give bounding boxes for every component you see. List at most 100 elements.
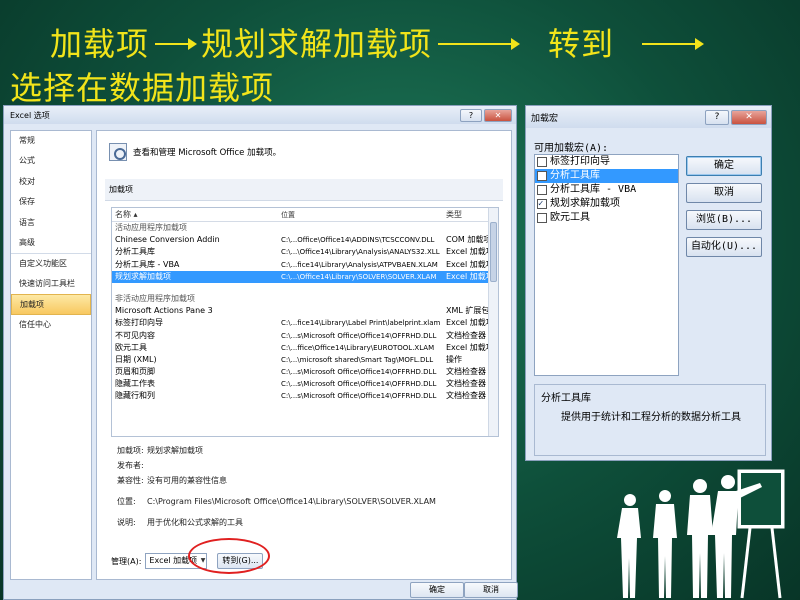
addin-list-label: 欧元工具 (550, 212, 590, 223)
table-row[interactable]: 日期 (XML) C:\...\microsoft shared\Smart Ta… (112, 354, 498, 366)
dialog-titlebar: 加载宏 ? ✕ (526, 106, 771, 128)
dialog-close-button[interactable]: ✕ (731, 109, 767, 125)
addin-list-item[interactable]: 分析工具库 (535, 169, 678, 183)
addin-details: 加载项: 规划求解加载项 发布者: 兼容性: 没有可用的兼容性信息 位置: C:\Pr… (117, 443, 497, 530)
addin-location: C:\...\Office14\Library\SOLVER\SOLVER.XL… (281, 272, 437, 281)
table-header: 名称 ▴ 位置 类型 (112, 208, 498, 222)
nav-trust-center[interactable]: 信任中心 (11, 315, 91, 335)
scroll-thumb[interactable] (490, 222, 497, 282)
addin-list-label: 规划求解加载项 (550, 198, 620, 209)
addin-type: Excel 加载项 (446, 271, 490, 281)
addin-name: Chinese Conversion Addin (115, 235, 220, 245)
ok-button[interactable]: 确定 (410, 582, 464, 598)
addin-checkbox[interactable] (537, 197, 547, 211)
addin-name: 隐藏行和列 (115, 391, 155, 401)
addin-location (278, 305, 444, 317)
cancel-button[interactable]: 取消 (464, 582, 518, 598)
addin-type: 操作 (446, 354, 462, 364)
group-header: 活动应用程序加载项 (112, 222, 498, 234)
automation-button[interactable]: 自动化(U)... (686, 237, 762, 257)
addin-list-label: 标签打印向导 (550, 156, 610, 167)
panel-header-text: 查看和管理 Microsoft Office 加载项。 (133, 148, 282, 158)
help-button[interactable]: ? (460, 108, 482, 122)
addin-list-item[interactable]: 分析工具库 - VBA (535, 183, 678, 197)
addin-name: 分析工具库 (115, 247, 155, 257)
nav-addins[interactable]: 加载项 (11, 294, 91, 315)
col-name[interactable]: 名称 ▴ (112, 208, 278, 221)
addin-name: 规划求解加载项 (115, 271, 171, 281)
table-row[interactable]: 欧元工具 C:\...ffice\Office14\Library\EUROTOO… (112, 342, 498, 354)
section-label: 加载项 (105, 179, 503, 201)
nav-save[interactable]: 保存 (11, 192, 91, 212)
table-row[interactable]: 隐藏工作表 C:\...s\Microsoft Office\Office14\O… (112, 378, 498, 390)
nav-general[interactable]: 常规 (11, 131, 91, 151)
titlebar: Excel 选项 ? ✕ (4, 106, 516, 124)
desc-title: 分析工具库 (541, 393, 591, 404)
title-step-1: 加载项 (50, 25, 150, 63)
browse-button[interactable]: 浏览(B)... (686, 210, 762, 230)
table-row[interactable]: Chinese Conversion Addin C:\...Office\Off… (112, 234, 498, 246)
panel-header: 查看和管理 Microsoft Office 加载项。 (109, 143, 281, 161)
table-row[interactable]: 规划求解加载项 C:\...\Office14\Library\SOLVER\SO… (112, 270, 498, 283)
arrow-icon (155, 38, 198, 50)
addin-name: 欧元工具 (115, 342, 147, 352)
dialog-help-button[interactable]: ? (705, 109, 729, 125)
table-row[interactable]: 不可见内容 C:\...s\Microsoft Office\Office14\O… (112, 330, 498, 342)
title-step-2: 规划求解加载项 (201, 25, 433, 63)
table-row[interactable]: 分析工具库 - VBA C:\...fice14\Library\Analysis… (112, 259, 498, 271)
nav-proofing[interactable]: 校对 (11, 172, 91, 192)
addins-gear-icon (109, 143, 127, 161)
addin-location: C:\...s\Microsoft Office\Office14\OFFRHD… (281, 380, 437, 389)
nav-customize-ribbon[interactable]: 自定义功能区 (11, 253, 91, 273)
col-type[interactable]: 类型 (444, 208, 490, 221)
table-scrollbar[interactable] (488, 208, 498, 436)
highlight-circle (188, 538, 270, 574)
list-label: 可用加载宏(A): (534, 143, 609, 154)
dialog-cancel-button[interactable]: 取消 (686, 183, 762, 203)
group-active-label: 活动应用程序加载项 (115, 223, 187, 232)
nav-advanced[interactable]: 高级 (11, 233, 91, 253)
inactive-rows: Microsoft Actions Pane 3 XML 扩展包 标签打印向导 C:\… (112, 305, 498, 403)
addin-location: C:\...fice14\Library\Label Print\labelpr… (281, 319, 441, 328)
addin-checkbox[interactable] (537, 171, 547, 181)
addin-checkbox[interactable] (537, 213, 547, 223)
dialog-title: 加载宏 (531, 113, 559, 124)
addins-list: 标签打印向导分析工具库分析工具库 - VBA 规划求解加载项欧元工具 (534, 154, 679, 376)
addin-type: 文档检查器 (446, 330, 486, 340)
addin-name: Microsoft Actions Pane 3 (115, 306, 213, 316)
table-row[interactable]: 隐藏行和列 C:\...s\Microsoft Office\Office14\O… (112, 390, 498, 402)
addin-location: C:\...s\Microsoft Office\Office14\OFFRHD… (281, 392, 437, 401)
detail-value: 没有可用的兼容性信息 (147, 476, 227, 485)
dialog-ok-button[interactable]: 确定 (686, 156, 762, 176)
manage-label: 管理(A): (111, 556, 142, 566)
addin-checkbox[interactable] (537, 185, 547, 195)
addin-type: Excel 加载项 (446, 259, 490, 269)
title-step-3: 转到 (548, 25, 615, 63)
active-rows: Chinese Conversion Addin C:\...Office\Off… (112, 234, 498, 283)
nav-language[interactable]: 语言 (11, 213, 91, 233)
addin-list-item[interactable]: 规划求解加载项 (535, 197, 678, 211)
table-row[interactable]: 标签打印向导 C:\...fice14\Library\Label Print\l… (112, 317, 498, 329)
options-nav: 常规 公式 校对 保存 语言 高级 自定义功能区 快速访问工具栏 加载项 信任中… (10, 130, 92, 580)
nav-quick-access[interactable]: 快速访问工具栏 (11, 274, 91, 294)
row-gap (112, 283, 498, 293)
addin-type: Excel 加载项 (446, 342, 490, 352)
addin-location: C:\...\microsoft shared\Smart Tag\MOFL.D… (281, 355, 434, 364)
arrow-icon (642, 38, 705, 50)
detail-label: 说明: (117, 518, 136, 527)
addin-name: 不可见内容 (115, 330, 155, 340)
addin-location: C:\...fice14\Library\Analysis\ATPVBAEN.X… (281, 260, 438, 269)
addin-list-item[interactable]: 标签打印向导 (535, 155, 678, 169)
table-row[interactable]: 页眉和页脚 C:\...s\Microsoft Office\Office14\O… (112, 366, 498, 378)
detail-value: 用于优化和公式求解的工具 (147, 518, 243, 527)
addin-list-label: 分析工具库 - VBA (550, 184, 637, 195)
table-row[interactable]: 分析工具库 C:\...\Office14\Library\Analysis\AN… (112, 246, 498, 258)
table-row[interactable]: Microsoft Actions Pane 3 XML 扩展包 (112, 305, 498, 317)
col-location[interactable]: 位置 (278, 208, 444, 221)
addin-type: Excel 加载项 (446, 318, 490, 328)
addin-name: 页眉和页脚 (115, 367, 155, 377)
close-button[interactable]: ✕ (484, 108, 512, 122)
addin-checkbox[interactable] (537, 157, 547, 167)
nav-formulas[interactable]: 公式 (11, 151, 91, 171)
addin-list-item[interactable]: 欧元工具 (535, 211, 678, 225)
